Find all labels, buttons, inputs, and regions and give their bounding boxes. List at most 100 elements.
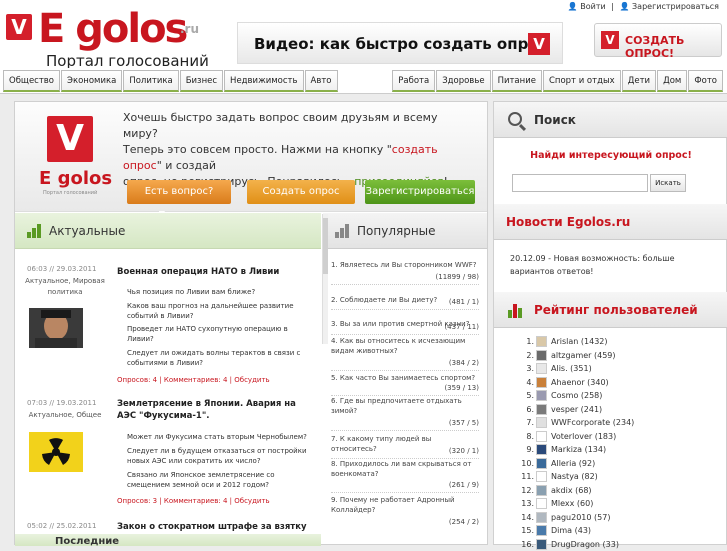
avatar[interactable] [536,471,547,482]
popular-divider [331,309,479,310]
news-question[interactable]: Проведет ли НАТО сухопутную операцию в Л… [127,324,315,344]
news-question[interactable]: Каков ваш прогноз на дальнейшее развитие… [127,301,315,321]
rating-username[interactable]: altzgamer (459) [551,350,616,362]
avatar[interactable] [536,498,547,509]
nav-item-right-0[interactable]: Работа [392,70,436,92]
popular-count: (261 / 9) [448,481,479,489]
rating-username[interactable]: vesper (241) [551,404,602,416]
news-title[interactable]: Военная операция НАТО в Ливии [117,266,317,278]
rating-username[interactable]: Mlexx (60) [551,498,593,510]
top-links: 👤 Войти | 👤 Зарегистрироваться [565,2,719,11]
rating-username[interactable]: Alis. (351) [551,363,592,375]
video-banner[interactable]: Видео: как быстро создать опрос V [237,22,563,64]
radiation-image[interactable] [29,432,83,472]
gaddafi-photo[interactable] [29,308,83,348]
nav-item-left-4[interactable]: Недвижимость [224,70,304,92]
avatar[interactable] [536,349,547,361]
rating-username[interactable]: akdix (68) [551,485,592,497]
avatar[interactable] [536,376,547,388]
rating-rank: 9. [526,445,534,454]
actual-title: Актуальные [49,224,126,238]
rating-username[interactable]: Cosmo (258) [551,390,602,402]
popular-count: (359 / 13) [444,384,479,392]
search-input[interactable] [512,174,648,192]
register-link[interactable]: Зарегистрироваться [632,2,719,11]
rating-username[interactable]: Arislan (1432) [551,336,608,348]
avatar[interactable] [536,363,547,374]
rating-rank: 1. [526,337,534,346]
news-question[interactable]: Связано ли Японское землетрясение со сме… [127,470,315,490]
news-question[interactable]: Чья позиция по Ливии вам ближе? [127,287,315,297]
actual-header: Актуальные [15,213,321,249]
nav-item-right-4[interactable]: Дети [621,70,657,92]
avatar[interactable] [536,484,547,496]
popular-question[interactable]: 6. Где вы предпочитаете отдыхать зимой? [331,396,479,416]
rating-rank: 13. [521,499,534,508]
nav-item-right-2[interactable]: Питание [491,70,542,92]
promo-logo: V E golos Портал голосований [39,114,129,204]
avatar[interactable] [536,538,547,550]
avatar[interactable] [536,457,547,469]
nav-item-right-6[interactable]: Фото [688,70,723,92]
ask-question-button[interactable]: Есть вопрос? Пишите [127,180,231,221]
logo-word: E golos [38,6,188,52]
avatar[interactable] [536,403,547,415]
news-question[interactable]: Следует ли ожидать волны терактов в связ… [127,348,315,368]
search-tagline: Найди интересующий опрос! [530,150,692,161]
nav-item-left-0[interactable]: Общество [3,70,61,92]
site-logo[interactable]: V E golos .ru Портал голосований [6,6,216,70]
nav-item-left-5[interactable]: Авто [304,70,338,92]
popular-question[interactable]: 4. Как вы относитесь к исчезающим видам … [331,336,479,356]
nav-item-right-3[interactable]: Спорт и отдых [542,70,621,92]
rating-username[interactable]: Nastya (82) [551,471,598,483]
scrollbar-thumb[interactable] [323,218,328,274]
rating-username[interactable]: Alleria (92) [551,458,595,470]
promo-create-button[interactable]: Создать опрос [247,180,355,204]
news-links[interactable]: Опросов: 4 | Комментариев: 4 | Обсудить [117,376,270,384]
create-poll-button[interactable]: V СОЗДАТЬ ОПРОС! [594,23,722,60]
news-links[interactable]: Опросов: 3 | Комментариев: 4 | Обсудить [117,497,270,505]
news-text[interactable]: 20.12.09 - Новая возможность: больше вар… [510,252,720,278]
popular-title: Популярные [357,224,436,238]
popular-divider [331,370,479,371]
rating-username[interactable]: Markiza (134) [551,444,606,456]
bar-chart-icon [335,224,349,238]
link-separator: | [611,2,614,11]
avatar[interactable] [536,430,547,442]
news-question[interactable]: Может ли Фукусима стать вторым Чернобыле… [127,432,315,442]
rating-rank: 2. [526,350,534,360]
popular-divider [331,430,479,431]
news-categories[interactable]: Актуальное, Мировая политика [21,276,109,298]
news-title[interactable]: Землетрясение в Японии. Авария на АЭС "Ф… [117,398,317,422]
nav-item-left-2[interactable]: Политика [123,70,179,92]
rating-username[interactable]: Ahaenor (340) [551,377,609,389]
avatar[interactable] [536,444,547,455]
popular-question[interactable]: 9. Почему не работает Адронный Коллайдер… [331,495,479,515]
promo-register-button[interactable]: Зарегистрироваться [365,180,475,204]
news-categories[interactable]: Актуальное, Общее [21,410,109,421]
popular-question[interactable]: 1. Являетесь ли Вы сторонником WWF? [331,260,479,270]
popular-count: (437 / 11) [444,323,479,331]
nav-item-left-3[interactable]: Бизнес [179,70,224,92]
banner-text: Видео: как быстро создать опрос [254,35,548,53]
nav-item-right-5[interactable]: Дом [657,70,688,92]
rating-username[interactable]: WWFcorporate (234) [551,417,634,429]
avatar[interactable] [536,511,547,523]
avatar[interactable] [536,390,547,401]
scrollbar[interactable] [322,214,328,344]
avatar[interactable] [536,525,547,536]
nav-item-right-1[interactable]: Здоровье [436,70,491,92]
avatar[interactable] [536,417,547,428]
avatar[interactable] [536,336,547,347]
news-question[interactable]: Следует ли в будущем отказаться от постр… [127,446,315,466]
rating-username[interactable]: Dima (43) [551,525,591,537]
news-title[interactable]: Закон о стократном штрафе за взятку [117,521,317,533]
login-link[interactable]: Войти [580,2,605,11]
rating-username[interactable]: Voterlover (183) [551,431,616,443]
rating-username[interactable]: pagu2010 (57) [551,512,610,524]
popular-question[interactable]: 5. Как часто Вы занимаетесь спортом? [331,373,479,383]
search-button[interactable]: Искать [650,174,686,192]
nav-item-left-1[interactable]: Экономика [61,70,123,92]
popular-question[interactable]: 8. Приходилось ли вам скрываться от воен… [331,459,479,479]
news-title[interactable]: Новости Egolos.ru [506,215,630,229]
